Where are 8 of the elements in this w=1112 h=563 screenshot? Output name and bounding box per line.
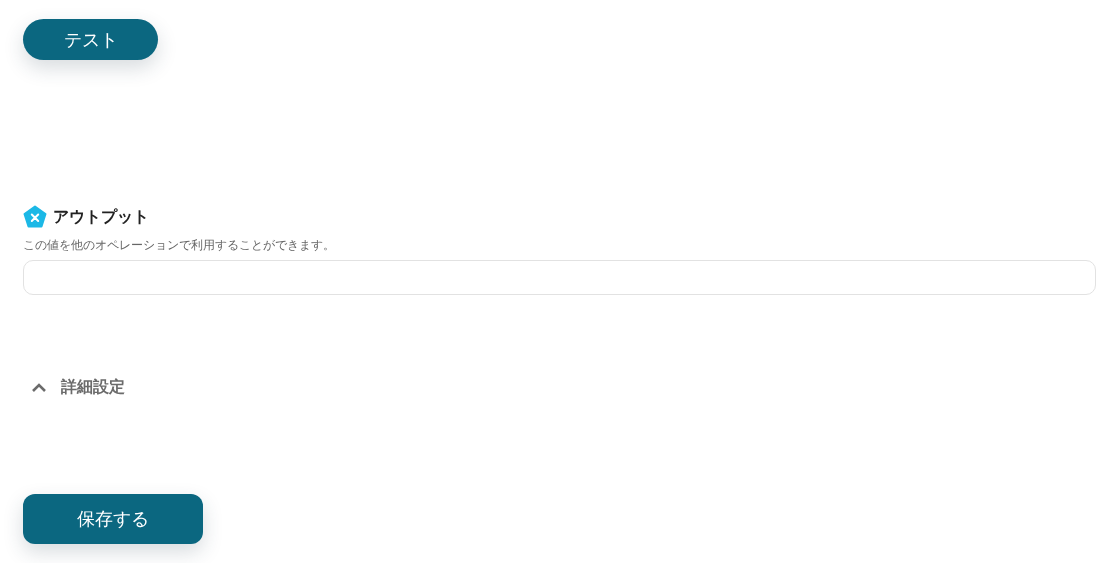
section-description: この値を他のオペレーションで利用することができます。	[23, 237, 336, 254]
test-button[interactable]: テスト	[23, 19, 158, 60]
output-field[interactable]	[23, 260, 1096, 295]
advanced-settings-toggle[interactable]: 詳細設定	[31, 377, 125, 398]
variable-icon	[23, 205, 47, 229]
save-button[interactable]: 保存する	[23, 494, 203, 544]
chevron-up-icon	[31, 381, 47, 394]
section-title: アウトプット	[53, 206, 149, 228]
